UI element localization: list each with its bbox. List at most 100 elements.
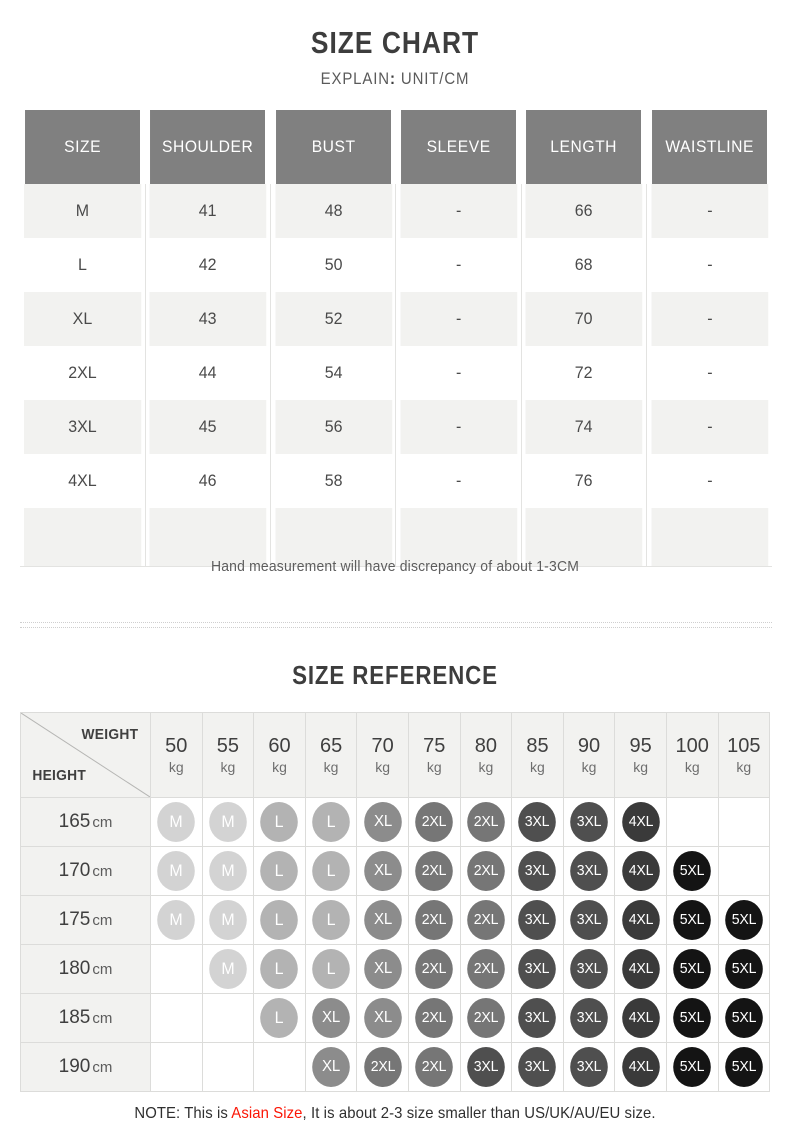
height-unit: cm (92, 912, 113, 929)
size-cell-180-95: 4XL (614, 944, 667, 994)
cell-size: 4XL (23, 454, 143, 508)
size-cell-170-85: 3XL (511, 846, 564, 896)
subtitle-label: EXPLAIN (320, 69, 390, 88)
cell-sleeve: - (399, 454, 519, 508)
reference-row: 190 cm XL 2XL 2XL 3XL 3XL 3XL 4XL 5XL 5XL (20, 1042, 771, 1092)
cell-waistline: - (650, 184, 769, 238)
height-label-180: 180 cm (20, 944, 151, 994)
cell-sleeve: - (399, 400, 519, 454)
size-bubble: 3XL (570, 900, 608, 940)
cell-size: 3XL (23, 400, 143, 454)
size-bubble: L (260, 802, 299, 842)
size-cell-190-95: 4XL (614, 1042, 667, 1092)
table-row: M 41 48 - 66 - (20, 184, 772, 238)
weight-value: 95 (629, 735, 652, 757)
column-header-waistline: WAISTLINE (651, 110, 767, 184)
size-bubble: L (312, 851, 350, 891)
size-cell-190-70: 2XL (356, 1042, 409, 1092)
cell-size: M (23, 184, 143, 238)
size-bubble: 5XL (725, 949, 763, 989)
size-bubble: XL (363, 851, 402, 891)
cell-size: 2XL (23, 346, 143, 400)
table-header-row: SIZE SHOULDER BUST SLEEVE LENGTH WAISTLI… (20, 110, 772, 184)
size-bubble: 3XL (570, 998, 608, 1038)
size-cell-170-100: 5XL (665, 846, 719, 896)
size-cell-170-95: 4XL (614, 846, 667, 896)
size-bubble: 2XL (467, 998, 505, 1038)
size-cell-170-65: L (304, 846, 358, 896)
table-row: 3XL 45 56 - 74 - (20, 400, 772, 454)
size-cell-190-90: 3XL (562, 1042, 616, 1092)
weight-unit: kg (684, 759, 700, 775)
size-cell-180-50 (150, 944, 203, 994)
size-cell-190-65: XL (304, 1042, 358, 1092)
size-cell-180-60: L (253, 944, 306, 994)
height-unit: cm (92, 863, 113, 880)
size-cell-165-80: 2XL (459, 797, 513, 847)
size-bubble: XL (363, 949, 402, 989)
size-bubble: 3XL (570, 949, 608, 989)
height-unit: cm (92, 814, 113, 831)
cell-waistline: - (650, 400, 769, 454)
size-cell-175-90: 3XL (562, 895, 616, 945)
size-cell-185-55 (201, 993, 255, 1043)
weight-unit: kg (426, 759, 442, 775)
size-bubble: 2XL (415, 900, 454, 940)
size-bubble: L (260, 998, 299, 1038)
weight-value: 85 (526, 735, 549, 757)
size-bubble: M (209, 802, 247, 842)
table-row: XL 43 52 - 70 - (20, 292, 772, 346)
height-value: 180 (58, 958, 91, 979)
note-suffix: , It is about 2-3 size smaller than US/U… (302, 1105, 656, 1122)
size-bubble: L (312, 949, 350, 989)
height-axis-label: HEIGHT (32, 767, 87, 784)
size-bubble: 3XL (570, 1047, 608, 1087)
height-value: 175 (58, 909, 91, 930)
weight-unit: kg (530, 759, 545, 775)
cell-waistline: - (650, 238, 769, 292)
size-cell-180-100: 5XL (665, 944, 719, 994)
cell-shoulder: 43 (149, 292, 268, 346)
size-bubble: 4XL (621, 949, 660, 989)
weight-value: 55 (216, 735, 240, 757)
size-bubble: XL (312, 1047, 350, 1087)
cell-length: 66 (525, 184, 644, 238)
size-cell-165-50: M (150, 797, 203, 847)
weight-header-65: 65 kg (304, 712, 358, 798)
cell-bust: 56 (274, 400, 393, 454)
cell-length: 68 (525, 238, 644, 292)
size-bubble: 3XL (518, 900, 557, 940)
cell-length: 72 (525, 346, 644, 400)
weight-header-105: 105 kg (717, 712, 771, 798)
size-cell-165-100 (665, 797, 719, 847)
cell-bust: 54 (274, 346, 393, 400)
size-cell-180-65: L (304, 944, 358, 994)
height-label-170: 170 cm (20, 846, 151, 896)
height-label-190: 190 cm (20, 1042, 151, 1092)
reference-row: 165 cm M M L L XL 2XL 2XL 3XL 3XL 4XL (20, 797, 771, 847)
size-cell-165-90: 3XL (562, 797, 616, 847)
size-bubble: 5XL (725, 998, 763, 1038)
size-cell-190-100: 5XL (665, 1042, 719, 1092)
cell-bust: 50 (274, 238, 393, 292)
size-cell-180-90: 3XL (562, 944, 616, 994)
size-cell-185-75: 2XL (407, 993, 461, 1043)
size-cell-165-70: XL (356, 797, 409, 847)
weight-value: 65 (319, 735, 343, 757)
cell-shoulder: 42 (149, 238, 268, 292)
note-highlight: Asian Size (231, 1105, 303, 1122)
size-bubble: 3XL (518, 851, 557, 891)
size-cell-175-60: L (253, 895, 306, 945)
asian-size-note: NOTE: This is Asian Size, It is about 2-… (28, 1105, 763, 1123)
size-bubble: L (260, 851, 299, 891)
weight-value: 80 (474, 735, 497, 757)
size-bubble: 5XL (673, 1047, 712, 1087)
cell-length: 76 (525, 454, 644, 508)
weight-header-60: 60 kg (253, 712, 306, 798)
size-cell-190-85: 3XL (511, 1042, 564, 1092)
reference-row: 170 cm M M L L XL 2XL 2XL 3XL 3XL 4XL 5XL (20, 846, 771, 896)
subtitle-value: UNIT/CM (400, 69, 470, 88)
size-bubble: M (209, 900, 247, 940)
height-label-185: 185 cm (20, 993, 151, 1043)
size-bubble: 4XL (621, 1047, 660, 1087)
